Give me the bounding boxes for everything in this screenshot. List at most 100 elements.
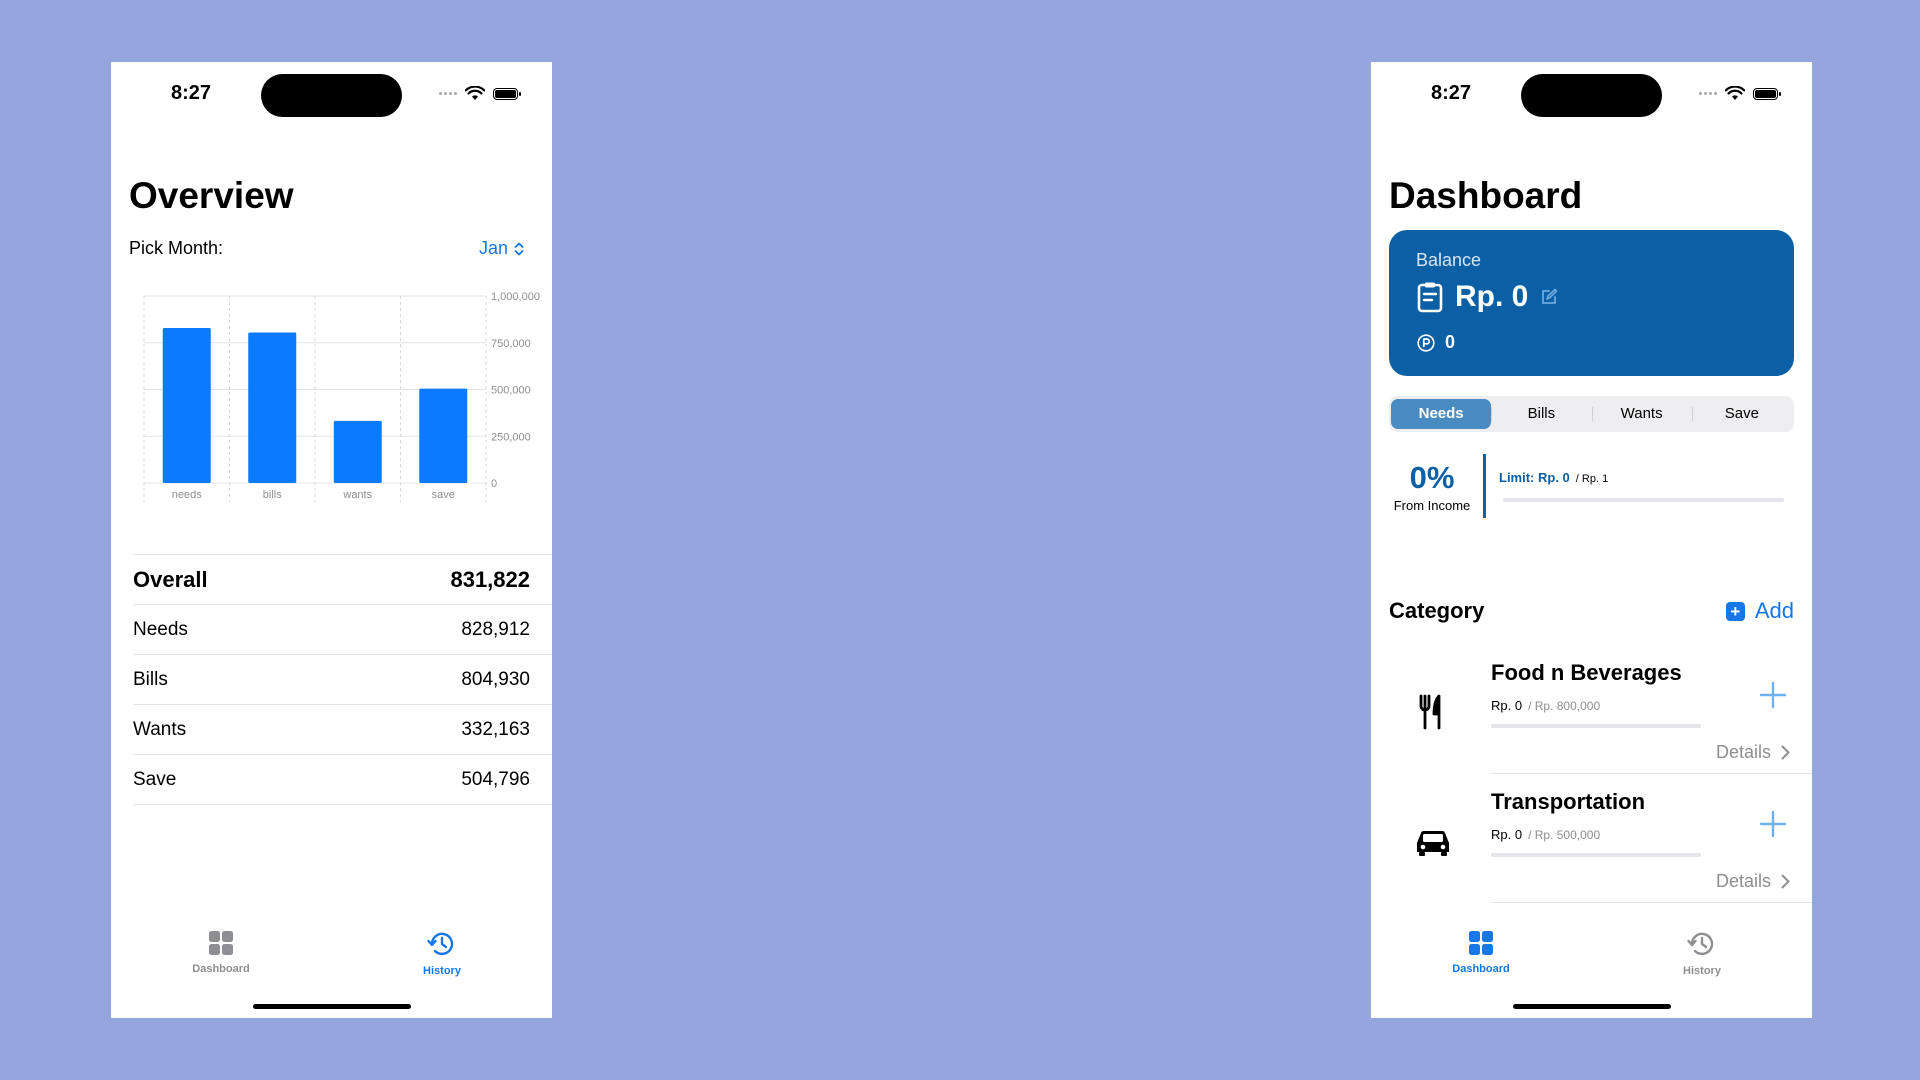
status-time: 8:27 xyxy=(171,82,212,104)
tab-label: History xyxy=(423,965,461,977)
divider xyxy=(1491,773,1812,774)
category-limit: / Rp. 800,000 xyxy=(1528,699,1601,713)
limit-summary: 0% From Income Limit: Rp. 0 / Rp. 1 xyxy=(1389,454,1794,524)
tab-history[interactable]: History xyxy=(1642,930,1762,977)
x-tick-label: save xyxy=(432,489,455,501)
chevron-right-icon xyxy=(1781,874,1790,889)
home-indicator xyxy=(1513,1004,1671,1009)
chart-bar-needs xyxy=(162,327,211,483)
x-tick-label: wants xyxy=(342,489,372,501)
spending-bar-chart: 0 250,000 500,000 750,000 1,000,000 needs bill… xyxy=(143,291,540,502)
points-p-icon xyxy=(1417,333,1435,352)
status-icons xyxy=(439,86,521,101)
home-indicator xyxy=(253,1004,411,1009)
battery-icon xyxy=(1753,87,1781,100)
tab-label: Dashboard xyxy=(1452,963,1510,975)
divider xyxy=(1491,902,1812,903)
summary-list: Overall 831,822 Needs 828,912 Bills 804,… xyxy=(133,554,552,805)
summary-label: Save xyxy=(133,768,177,790)
details-link[interactable]: Details xyxy=(1716,871,1790,892)
summary-row-bills: Bills 804,930 xyxy=(133,655,552,705)
tab-dashboard[interactable]: Dashboard xyxy=(1421,930,1541,975)
summary-value: 828,912 xyxy=(461,618,530,640)
category-item-food[interactable]: Food n Beverages Rp. 0 / Rp. 800,000 Deta… xyxy=(1371,646,1812,774)
add-label: Add xyxy=(1754,598,1794,623)
month-picker[interactable]: Jan xyxy=(479,238,524,259)
overview-screen: 8:27 Overview Pick Month: Jan 0 250,000 50… xyxy=(111,62,552,1018)
overall-value: 831,822 xyxy=(450,566,530,592)
summary-label: Needs xyxy=(133,618,188,640)
month-value: Jan xyxy=(478,238,508,258)
add-expense-icon[interactable] xyxy=(1758,680,1788,710)
tab-history[interactable]: History xyxy=(382,930,502,977)
category-name: Food n Beverages xyxy=(1491,660,1682,685)
summary-row-wants: Wants 332,163 xyxy=(133,705,552,755)
add-category-button[interactable]: + Add xyxy=(1725,598,1794,624)
plus-square-icon: + xyxy=(1725,601,1745,621)
y-tick-label: 750,000 xyxy=(491,338,531,350)
clipboard-icon xyxy=(1417,282,1443,313)
tab-label: History xyxy=(1683,965,1721,977)
tab-bar: Dashboard History xyxy=(1371,930,1812,990)
tab-dashboard[interactable]: Dashboard xyxy=(161,930,281,975)
wifi-icon xyxy=(465,86,485,100)
balance-label: Balance xyxy=(1416,250,1482,270)
chart-bar-wants xyxy=(333,420,382,483)
y-tick-label: 1,000,000 xyxy=(491,291,540,303)
x-tick-label: bills xyxy=(263,489,282,501)
y-tick-label: 250,000 xyxy=(491,431,531,443)
segment-save[interactable]: Save xyxy=(1691,399,1792,429)
pick-month-label: Pick Month: xyxy=(129,238,224,258)
points-row: 0 xyxy=(1417,332,1455,353)
divider xyxy=(1483,454,1486,518)
category-limit: / Rp. 500,000 xyxy=(1528,828,1601,842)
balance-amount-row: Rp. 0 xyxy=(1417,280,1558,314)
category-title: Category xyxy=(1389,598,1485,623)
percent-value: 0% xyxy=(1409,460,1455,495)
summary-row-overall: Overall 831,822 xyxy=(133,554,552,605)
percent-block: 0% From Income xyxy=(1389,460,1475,513)
details-link[interactable]: Details xyxy=(1716,742,1790,763)
category-item-transportation[interactable]: Transportation Rp. 0 / Rp. 500,000 Detail… xyxy=(1371,775,1812,903)
details-label: Details xyxy=(1715,871,1771,891)
status-icons xyxy=(1699,86,1781,101)
chart-bar-bills xyxy=(248,332,297,483)
category-progress-bar xyxy=(1491,853,1701,857)
category-name: Transportation xyxy=(1491,789,1646,814)
dashboard-grid-icon xyxy=(1469,931,1493,955)
dynamic-island xyxy=(1521,74,1662,117)
car-icon xyxy=(1417,830,1449,856)
month-picker-row: Pick Month: Jan xyxy=(129,238,524,259)
tab-bar: Dashboard History xyxy=(111,930,552,990)
segment-bills[interactable]: Bills xyxy=(1491,399,1591,429)
category-header: Category + Add xyxy=(1389,598,1794,624)
limit-progress-bar xyxy=(1503,498,1784,502)
segment-wants[interactable]: Wants xyxy=(1591,399,1692,429)
dynamic-island xyxy=(261,74,402,117)
details-label: Details xyxy=(1715,742,1771,762)
limit-text: Limit: Rp. 0 / Rp. 1 xyxy=(1499,470,1608,485)
budget-segmented-control: Needs Bills Wants Save xyxy=(1389,396,1794,432)
status-time: 8:27 xyxy=(1431,82,1472,104)
percent-caption: From Income xyxy=(1393,498,1471,513)
edit-icon[interactable] xyxy=(1540,288,1558,306)
history-clock-icon xyxy=(1687,932,1714,956)
summary-value: 332,163 xyxy=(461,718,530,740)
limit-label: Limit: Rp. 0 xyxy=(1499,470,1570,485)
limit-of: / Rp. 1 xyxy=(1575,473,1609,485)
dashboard-screen: 8:27 Dashboard Balance Rp. 0 0 Needs Bil… xyxy=(1371,62,1812,1018)
summary-value: 504,796 xyxy=(461,768,530,790)
page-title: Overview xyxy=(129,175,294,216)
signal-icon xyxy=(1699,92,1717,95)
segment-needs[interactable]: Needs xyxy=(1391,399,1492,429)
category-progress-bar xyxy=(1491,724,1701,728)
chevron-right-icon xyxy=(1781,745,1790,760)
chevron-up-down-icon xyxy=(514,242,524,255)
category-amount: Rp. 0 / Rp. 500,000 xyxy=(1491,827,1600,842)
summary-label: Bills xyxy=(133,668,168,690)
balance-card: Balance Rp. 0 0 xyxy=(1389,230,1794,376)
y-tick-label: 500,000 xyxy=(491,385,531,397)
history-clock-icon xyxy=(427,932,454,956)
add-expense-icon[interactable] xyxy=(1758,809,1788,839)
category-spent: Rp. 0 xyxy=(1491,698,1523,713)
